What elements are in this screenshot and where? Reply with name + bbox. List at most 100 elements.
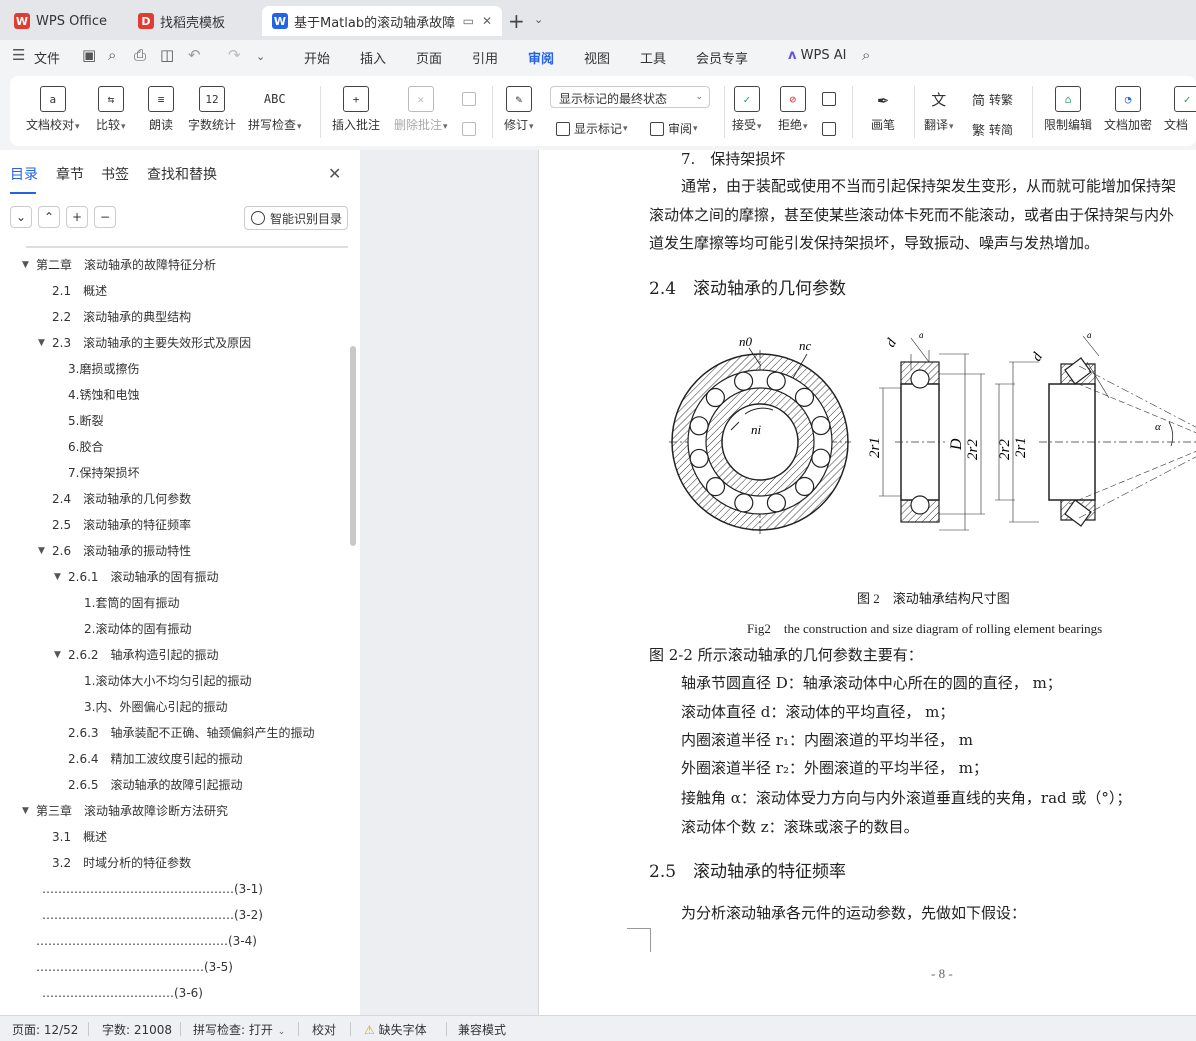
prev-comment-button[interactable] (462, 92, 480, 106)
menu-tools[interactable]: 工具 (640, 48, 666, 67)
label-n0: n0 (739, 334, 753, 349)
label-alpha: α (1155, 421, 1161, 433)
reject-button[interactable]: ⊘ 拒绝▾ (778, 86, 808, 133)
print-icon[interactable]: ⎙ (134, 46, 146, 64)
tab-wps-office[interactable]: W WPS Office (4, 6, 120, 36)
toc-item-label: 第二章 滚动轴承的故障特征分析 (36, 258, 217, 272)
chevron-down-icon[interactable]: ⌄ (534, 13, 543, 26)
plus-icon: + (71, 210, 83, 224)
undo-icon[interactable]: ↶ (188, 46, 201, 64)
menu-insert[interactable]: 插入 (360, 48, 386, 67)
to-traditional-button[interactable]: 简 转繁 (972, 90, 1013, 109)
menu-view[interactable]: 视图 (584, 48, 610, 67)
tab-label: 找稻壳模板 (160, 15, 226, 31)
remove-heading-button[interactable]: − (94, 206, 116, 228)
nav-tab-bookmarks[interactable]: 书签 (101, 164, 129, 184)
next-comment-button[interactable] (462, 122, 480, 136)
redo-icon[interactable]: ↷ (228, 46, 241, 64)
status-spell-check[interactable]: 拼写检查: 打开 ⌄ (193, 1021, 285, 1038)
toc-item-label: 3.内、外圈偏心引起的振动 (84, 700, 228, 714)
revise-icon: ✎ (505, 86, 532, 112)
expand-up-button[interactable]: ⌃ (38, 206, 60, 228)
nav-scrollbar[interactable] (350, 346, 356, 546)
tab-bar: W WPS Office D 找稻壳模板 W 基于Matlab的滚动轴承故障诊 … (0, 0, 1196, 40)
insert-comment-button[interactable]: + 插入批注 (332, 86, 380, 133)
menu-review[interactable]: 审阅 (528, 48, 555, 75)
print-preview-icon[interactable]: ◫ (160, 46, 174, 64)
markup-mode-select[interactable]: 显示标记的最终状态 ⌄ (550, 86, 710, 108)
tab-template[interactable]: D 找稻壳模板 (128, 6, 258, 36)
translate-icon: 文 (931, 90, 947, 109)
document-page[interactable]: 7. 保持架损坏 通常，由于装配或使用不当而引起保持架发生变形，从而就可能增加保… (538, 150, 1196, 1015)
accept-icon: ✓ (733, 86, 760, 112)
prev-revision-button[interactable] (822, 92, 840, 106)
next-revision-button[interactable] (822, 122, 840, 136)
status-page[interactable]: 页面: 12/52 (12, 1021, 78, 1038)
word-count-button[interactable]: 12 字数统计 (188, 86, 236, 133)
navigation-pane: 目录 章节 书签 查找和替换 ✕ ⌄ ⌃ + − 智能识别目录 ▼ 第二章 滚动轴… (0, 150, 360, 1015)
wps-ai-button[interactable]: ᴧ WPS AI (788, 48, 846, 63)
toc-item-label: 2.2 滚动轴承的典型结构 (52, 310, 192, 324)
spell-check-button[interactable]: ABC 拼写检查▾ (248, 86, 302, 133)
nav-tab-chapters[interactable]: 章节 (56, 164, 84, 184)
pen-button[interactable]: ✒ 画笔 (870, 86, 896, 133)
accept-button[interactable]: ✓ 接受▾ (732, 86, 762, 133)
ribbon-divider (852, 86, 853, 138)
close-tab-icon[interactable]: ✕ (482, 14, 492, 28)
expand-triangle-icon[interactable]: ▼ (38, 330, 45, 356)
status-divider (88, 1022, 89, 1036)
toc-item-label: 2.6.5 滚动轴承的故障引起振动 (68, 778, 243, 792)
expand-triangle-icon[interactable]: ▼ (54, 564, 61, 590)
add-heading-button[interactable]: + (66, 206, 88, 228)
status-word-count[interactable]: 字数: 21008 (102, 1021, 172, 1038)
compare-button[interactable]: ⇆ 比较▾ (96, 86, 126, 133)
read-aloud-button[interactable]: ≡ 朗读 (148, 86, 174, 133)
status-proof[interactable]: 校对 (312, 1021, 336, 1038)
show-markup-icon (556, 121, 570, 136)
search-icon[interactable]: ⌕ (862, 46, 870, 64)
expand-triangle-icon[interactable]: ▼ (22, 798, 29, 824)
label-2r1-roller: 2r1 (1013, 437, 1029, 458)
restrict-edit-button[interactable]: ⌂ 限制编辑 (1044, 86, 1092, 133)
wps-ai-label: WPS AI (800, 48, 847, 63)
expand-triangle-icon[interactable]: ▼ (38, 538, 45, 564)
smart-toc-button[interactable]: 智能识别目录 (244, 206, 348, 230)
doc-more-button[interactable]: ✓ 文档 (1164, 86, 1196, 133)
show-markup-button[interactable]: 显示标记 ▾ (556, 120, 628, 137)
tab-document[interactable]: W 基于Matlab的滚动轴承故障诊 ▭ ✕ (262, 6, 502, 36)
rolling-ball (689, 416, 709, 436)
toc-item-label: 2.3 滚动轴承的主要失效形式及原因 (52, 336, 252, 350)
paragraph-line: 通常，由于装配或使用不当而引起保持架发生变形，从而就可能增加保持架 (681, 177, 1177, 195)
label-d: d (883, 336, 900, 350)
collapse-all-button[interactable]: ⌄ (10, 206, 32, 228)
doc-encrypt-button[interactable]: ◔ 文档加密 (1104, 86, 1152, 133)
revise-button[interactable]: ✎ 修订▾ (504, 86, 534, 133)
menu-file[interactable]: 文件 (34, 48, 60, 67)
rolling-ball (766, 371, 786, 391)
compare-icon: ⇆ (97, 86, 124, 112)
new-tab-icon[interactable]: + (508, 9, 525, 33)
to-simplified-button[interactable]: 繁 转简 (972, 120, 1013, 139)
figure-caption-cn: 图 2 滚动轴承结构尺寸图 (857, 591, 1010, 606)
menu-page[interactable]: 页面 (416, 48, 442, 67)
delete-comment-button[interactable]: ✕ 删除批注▾ (394, 86, 448, 133)
status-missing-font[interactable]: ⚠ 缺失字体 (364, 1021, 427, 1038)
save-icon[interactable]: ▣ (82, 46, 96, 64)
status-compat-mode[interactable]: 兼容模式 (458, 1021, 506, 1038)
close-icon[interactable]: ✕ (328, 164, 341, 183)
menu-start[interactable]: 开始 (304, 48, 330, 67)
toc-item-label: 2.5 滚动轴承的特征频率 (52, 518, 192, 532)
nav-tab-toc[interactable]: 目录 (10, 164, 38, 194)
review-pane-button[interactable]: 审阅 ▾ (650, 120, 698, 137)
hamburger-menu-icon[interactable]: ☰ (12, 46, 25, 64)
menu-references[interactable]: 引用 (472, 48, 498, 67)
chevron-down-icon[interactable]: ⌄ (256, 50, 265, 63)
share-icon[interactable]: ⌕ (108, 46, 116, 64)
expand-triangle-icon[interactable]: ▼ (22, 252, 29, 278)
screen-icon[interactable]: ▭ (463, 14, 474, 28)
menu-member[interactable]: 会员专享 (696, 48, 748, 67)
doc-proof-button[interactable]: a 文档校对▾ (26, 86, 80, 133)
expand-triangle-icon[interactable]: ▼ (54, 642, 61, 668)
translate-button[interactable]: 文 翻译▾ (924, 86, 954, 133)
nav-tab-find-replace[interactable]: 查找和替换 (147, 164, 217, 184)
